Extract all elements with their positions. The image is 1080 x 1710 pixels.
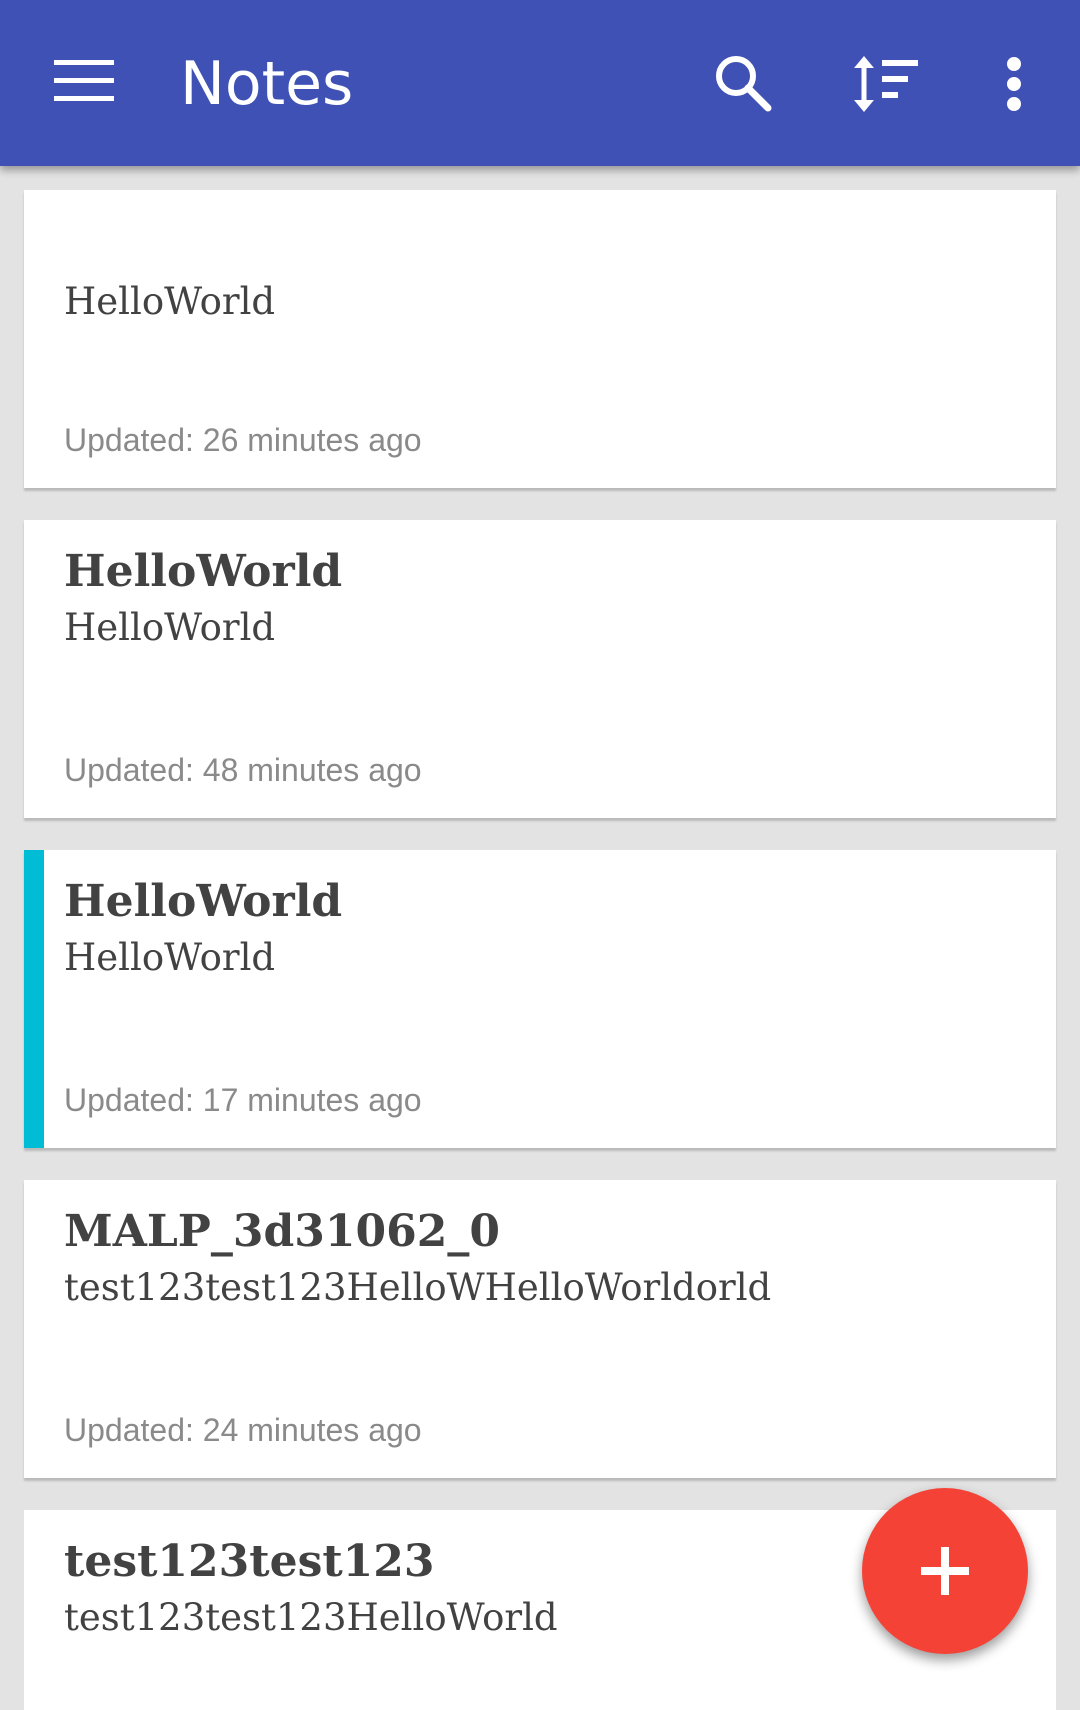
more-vert-icon[interactable]	[996, 52, 1032, 116]
note-body: test123test123HelloWHelloWorldorld	[64, 1266, 772, 1309]
note-updated-time: Updated: 17 minutes ago	[64, 1082, 422, 1118]
note-card[interactable]: HelloWorld HelloWorld Updated: 48 minute…	[24, 520, 1056, 818]
note-title: HelloWorld	[64, 546, 343, 597]
note-updated-time: Updated: 24 minutes ago	[64, 1412, 422, 1448]
note-title: MALP_3d31062_0	[64, 1206, 500, 1257]
app-title: Notes	[180, 49, 354, 119]
note-card[interactable]: HelloWorld Updated: 26 minutes ago	[24, 190, 1056, 488]
note-body: HelloWorld	[64, 606, 276, 649]
note-color-indicator	[24, 850, 44, 1148]
note-body: HelloWorld	[64, 280, 276, 323]
note-card[interactable]: HelloWorld HelloWorld Updated: 17 minute…	[24, 850, 1056, 1148]
search-icon[interactable]	[712, 52, 776, 116]
note-title: HelloWorld	[64, 876, 343, 927]
note-title: test123test123	[64, 1536, 435, 1587]
note-card[interactable]: MALP_3d31062_0 test123test123HelloWHello…	[24, 1180, 1056, 1478]
note-updated-time: Updated: 26 minutes ago	[64, 422, 422, 458]
note-updated-time: Updated: 48 minutes ago	[64, 752, 422, 788]
menu-icon[interactable]	[54, 60, 114, 102]
sort-icon[interactable]	[852, 52, 918, 116]
note-body: HelloWorld	[64, 936, 276, 979]
add-note-button[interactable]	[862, 1488, 1028, 1654]
app-bar: Notes	[0, 0, 1080, 166]
add-icon	[921, 1547, 969, 1595]
note-body: test123test123HelloWorld	[64, 1596, 558, 1639]
